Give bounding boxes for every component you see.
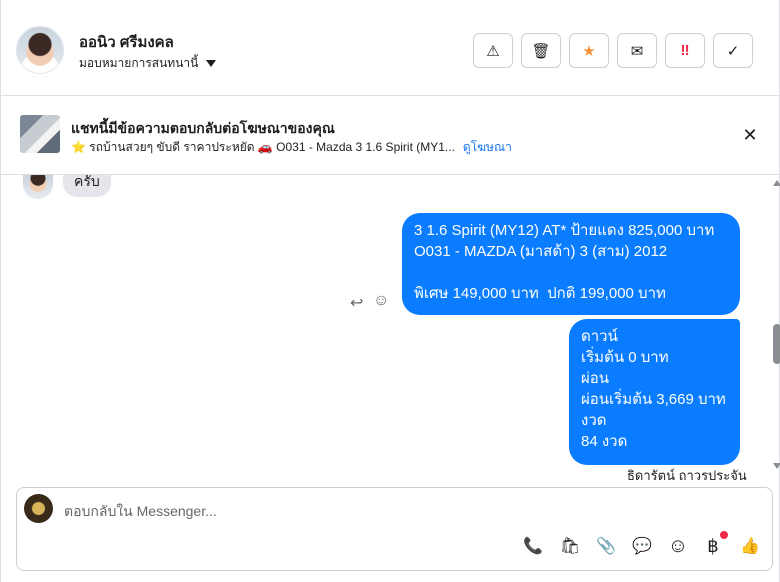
reply-input[interactable]: [64, 500, 664, 522]
ad-banner-subtitle: ⭐ รถบ้านสวยๆ ขับดี ราคาประหยัด 🚗 O031 - …: [71, 138, 512, 157]
outgoing-message[interactable]: ดาวน์ เริ่มต้น 0 บาท ผ่อน ผ่อนเริ่มต้น 3…: [569, 319, 740, 465]
conversation-panel: ออนิว ศรีมงคล มอบหมายการสนทนานี้ ⚠ 🗑 ★ ✉…: [0, 0, 780, 582]
scrollbar-thumb[interactable]: [773, 324, 780, 364]
star-button[interactable]: ★: [569, 33, 609, 68]
shopping-bag-icon[interactable]: 🛍: [558, 534, 582, 558]
ad-banner-title: แชทนี้มีข้อความตอบกลับต่อโฆษณาของคุณ: [71, 120, 335, 136]
message-thread[interactable]: ครับ ↩ ☺ 3 1.6 Spirit (MY12) AT* ป้ายแดง…: [1, 175, 780, 480]
reply-icon[interactable]: ↩: [350, 293, 363, 313]
warning-icon: ⚠: [486, 42, 500, 60]
delete-button[interactable]: 🗑: [521, 33, 561, 68]
view-ad-link[interactable]: ดูโฆษณา: [463, 140, 512, 154]
call-add-icon[interactable]: 📞: [521, 534, 545, 558]
spam-button[interactable]: ⚠: [473, 33, 513, 68]
caret-down-icon: [206, 60, 217, 67]
ad-thumbnail[interactable]: [20, 115, 60, 153]
ad-description: ⭐ รถบ้านสวยๆ ขับดี ราคาประหยัด 🚗 O031 - …: [71, 140, 455, 154]
saved-reply-icon[interactable]: 💬: [630, 534, 654, 558]
outgoing-message[interactable]: 3 1.6 Spirit (MY12) AT* ป้ายแดง 825,000 …: [402, 213, 740, 315]
assign-label: มอบหมายการสนทนานี้: [79, 56, 199, 70]
sender-avatar: [23, 175, 53, 199]
scroll-up-arrow-icon[interactable]: [773, 180, 780, 186]
contact-avatar[interactable]: [16, 26, 64, 74]
envelope-icon: ✉: [630, 42, 644, 60]
notification-dot: [720, 531, 728, 539]
follow-up-button[interactable]: ‼: [665, 33, 705, 68]
scroll-down-arrow-icon[interactable]: [773, 463, 780, 469]
message-sender-name: ธิดารัตน์ ถาวรประจัน: [627, 468, 747, 480]
assign-conversation-dropdown[interactable]: มอบหมายการสนทนานี้: [79, 54, 217, 73]
contact-name[interactable]: ออนิว ศรีมงคล: [79, 30, 174, 54]
star-icon: ★: [582, 42, 596, 60]
incoming-message[interactable]: ครับ: [63, 175, 111, 197]
mark-done-button[interactable]: ✓: [713, 33, 753, 68]
page-avatar: [24, 494, 53, 523]
mark-unread-button[interactable]: ✉: [617, 33, 657, 68]
react-emoji-icon[interactable]: ☺: [373, 292, 389, 310]
trash-icon: 🗑: [531, 42, 551, 60]
check-icon: ✓: [726, 42, 740, 60]
exclamation-icon: ‼: [680, 42, 690, 59]
conversation-header: ออนิว ศรีมงคล มอบหมายการสนทนานี้ ⚠ 🗑 ★ ✉…: [1, 0, 780, 96]
thumbs-up-icon[interactable]: 👍: [738, 534, 762, 558]
paperclip-icon[interactable]: 📎: [594, 534, 618, 558]
close-icon[interactable]: ✕: [739, 124, 761, 146]
emoji-icon[interactable]: ☺: [666, 534, 690, 558]
